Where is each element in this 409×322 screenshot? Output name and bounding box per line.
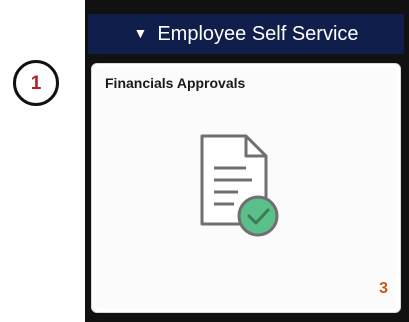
step-number: 1 bbox=[30, 73, 42, 94]
financials-approvals-tile[interactable]: Financials Approvals 3 bbox=[91, 63, 401, 313]
step-callout: 1 bbox=[13, 60, 59, 106]
approved-document-icon bbox=[200, 134, 279, 237]
section-header[interactable]: ▼ Employee Self Service bbox=[88, 14, 404, 54]
tile-badge-count: 3 bbox=[379, 280, 388, 297]
tile-title: Financials Approvals bbox=[105, 75, 246, 91]
section-title: Employee Self Service bbox=[157, 22, 359, 45]
triangle-down-icon: ▼ bbox=[133, 25, 148, 41]
screenshot-stage: 1 ▼ Employee Self Service Financials App… bbox=[0, 0, 409, 322]
